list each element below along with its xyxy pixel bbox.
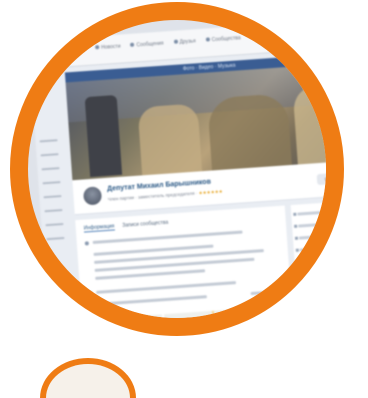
left-sidebar xyxy=(39,139,75,318)
avatar[interactable] xyxy=(82,186,103,206)
cover-photo[interactable] xyxy=(65,62,326,181)
nav-item-communities[interactable]: Сообщества xyxy=(205,35,241,43)
location-map[interactable] xyxy=(92,305,292,318)
focus-circle: Новости Сообщения Друзья Сообщества Фото… xyxy=(10,2,344,336)
screenshot: Новости Сообщения Друзья Сообщества Фото… xyxy=(0,0,368,398)
wall-main: Информация Записи сообщества xyxy=(75,205,297,318)
nav-item-news[interactable]: Новости xyxy=(95,44,121,52)
wall-tabs: Информация Записи сообщества xyxy=(83,220,169,233)
tab-info[interactable]: Информация xyxy=(83,223,115,233)
person-figure xyxy=(84,94,123,178)
secondary-circle-badge xyxy=(40,358,136,398)
tab-posts[interactable]: Записи сообщества xyxy=(122,220,168,230)
top-nav: Новости Сообщения Друзья Сообщества xyxy=(95,35,241,51)
blurred-webpage: Новости Сообщения Друзья Сообщества Фото… xyxy=(28,20,326,318)
right-sidebar xyxy=(290,199,326,318)
status-stars: ★★★★★★ xyxy=(198,188,223,196)
nav-item-friends[interactable]: Друзья xyxy=(173,38,196,46)
nav-item-messages[interactable]: Сообщения xyxy=(130,41,164,49)
message-button[interactable]: Сообщение xyxy=(316,171,326,186)
